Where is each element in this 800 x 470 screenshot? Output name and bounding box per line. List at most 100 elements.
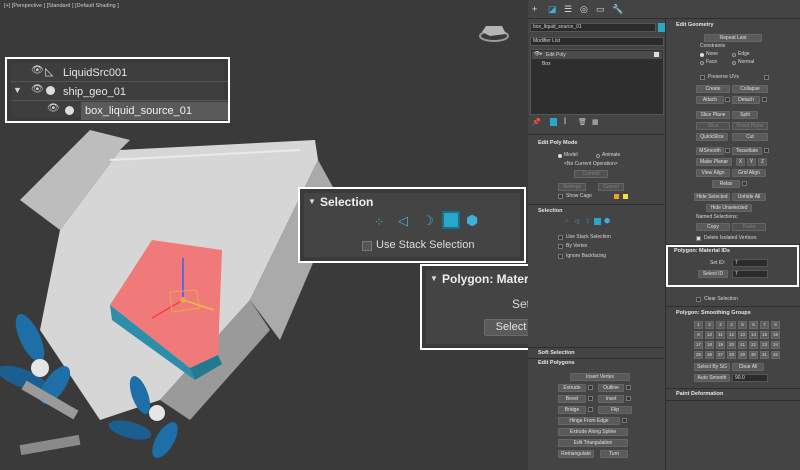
remove-modifier-icon[interactable]: 🗑 [578, 118, 587, 126]
smoothing-group-button[interactable]: 18 [705, 341, 714, 349]
set-id-spinner[interactable]: 7 [732, 259, 768, 267]
viewport-label[interactable]: [+] [Perspective ] [Standard ] [Default … [4, 3, 119, 9]
smoothing-group-button[interactable]: 30 [749, 351, 758, 359]
clear-all-button[interactable]: Clear All [732, 363, 764, 371]
element-icon[interactable]: ⬢ [466, 212, 478, 229]
border-icon[interactable]: ☽ [584, 218, 589, 225]
make-unique-icon[interactable]: ⫿ [564, 118, 566, 126]
auto-smooth-button[interactable]: Auto Smooth [694, 374, 730, 382]
settings-icon[interactable] [622, 418, 627, 423]
expand-arrow-icon[interactable]: ▼ [13, 85, 22, 95]
smoothing-group-button[interactable]: 29 [738, 351, 747, 359]
extrude-button[interactable]: Extrude [558, 384, 586, 392]
rollout-title[interactable]: Selection [320, 195, 373, 209]
turn-button[interactable]: Turn [600, 450, 628, 458]
object-color-swatch[interactable] [658, 23, 665, 32]
smoothing-group-button[interactable]: 15 [760, 331, 769, 339]
modifier-stack[interactable]: 👁 ▸ Edit Poly Box [530, 49, 664, 115]
planar-x-button[interactable]: X [736, 158, 745, 166]
grid-align-button[interactable]: Grid Align [732, 169, 766, 177]
slice-plane-button[interactable]: Slice Plane [696, 111, 730, 119]
settings-icon[interactable] [626, 385, 631, 390]
clear-selection-checkbox[interactable] [696, 297, 701, 302]
collapse-button[interactable]: Collapse [732, 85, 768, 93]
repeat-last-button[interactable]: Repeat Last [704, 34, 762, 42]
border-icon[interactable]: ☽ [422, 213, 434, 229]
modify-tab-icon[interactable]: ◪ [548, 4, 557, 15]
hide-selected-button[interactable]: Hide Selected [694, 193, 730, 201]
paste-button[interactable]: Paste [732, 223, 766, 231]
polygon-icon[interactable] [594, 218, 601, 225]
settings-icon[interactable] [762, 97, 767, 102]
show-cage-checkbox[interactable] [558, 194, 563, 199]
smoothing-group-button[interactable]: 24 [771, 341, 780, 349]
rollout-title[interactable]: Edit Polygons [538, 360, 575, 366]
modifier-list-dropdown[interactable]: Modifier List [530, 37, 664, 46]
smoothing-group-button[interactable]: 16 [771, 331, 780, 339]
list-item[interactable]: 👁 box_liquid_source_01 [11, 101, 228, 121]
auto-smooth-spinner[interactable]: 90.0 [732, 374, 768, 382]
normal-radio[interactable] [732, 61, 736, 65]
view-align-button[interactable]: View Align [696, 169, 730, 177]
edge-icon[interactable]: ◁ [574, 218, 579, 225]
polygon-icon[interactable] [442, 211, 460, 229]
smoothing-group-button[interactable]: 31 [760, 351, 769, 359]
copy-button[interactable]: Copy [696, 223, 730, 231]
smoothing-group-button[interactable]: 13 [738, 331, 747, 339]
hinge-from-edge-button[interactable]: Hinge From Edge [558, 417, 620, 425]
select-id-spinner[interactable]: 7 [732, 270, 768, 278]
hierarchy-tab-icon[interactable]: ☰ [564, 4, 572, 15]
planar-z-button[interactable]: Z [758, 158, 767, 166]
preserve-uvs-checkbox[interactable] [700, 75, 705, 80]
rollout-title[interactable]: Polygon: Material IDs [674, 248, 730, 254]
smoothing-group-button[interactable]: 26 [705, 351, 714, 359]
create-button[interactable]: Create [696, 85, 730, 93]
cage-color-swatch[interactable] [614, 194, 619, 199]
viewport[interactable]: [+] [Perspective ] [Standard ] [Default … [0, 0, 528, 470]
smoothing-group-button[interactable]: 8 [771, 321, 780, 329]
commit-button[interactable]: Commit [574, 170, 608, 178]
smoothing-group-button[interactable]: 23 [760, 341, 769, 349]
settings-icon[interactable] [725, 148, 730, 153]
smoothing-group-button[interactable]: 21 [738, 341, 747, 349]
smoothing-group-button[interactable]: 2 [705, 321, 714, 329]
slice-button[interactable]: Slice [696, 122, 730, 130]
smoothing-group-button[interactable]: 17 [694, 341, 703, 349]
pin-stack-icon[interactable]: 📌 [532, 118, 541, 126]
smoothing-group-button[interactable]: 1 [694, 321, 703, 329]
rollout-title[interactable]: Paint Deformation [676, 391, 723, 397]
hide-unselected-button[interactable]: Hide Unselected [706, 204, 752, 212]
reset-plane-button[interactable]: Reset Plane [732, 122, 768, 130]
make-planar-button[interactable]: Make Planar [696, 158, 732, 166]
select-id-button[interactable]: Select ID [698, 270, 728, 278]
rollout-title[interactable]: Polygon: Material IDs [442, 272, 528, 286]
outline-button[interactable]: Outline [598, 384, 624, 392]
smoothing-group-button[interactable]: 28 [727, 351, 736, 359]
quickslice-button[interactable]: QuickSlice [696, 133, 728, 141]
settings-icon[interactable] [588, 385, 593, 390]
smoothing-group-button[interactable]: 12 [727, 331, 736, 339]
list-item[interactable]: 👁 ◺ LiquidSrc001 [11, 63, 228, 82]
delete-isolated-checkbox[interactable] [696, 236, 701, 241]
select-id-button[interactable]: Select ID [484, 319, 528, 336]
display-tab-icon[interactable]: ▭ [596, 4, 605, 15]
msmooth-button[interactable]: MSmooth [696, 147, 724, 155]
list-item[interactable]: Box [532, 60, 662, 68]
attach-button[interactable]: Attach [696, 96, 724, 104]
settings-icon[interactable] [764, 148, 769, 153]
smoothing-group-button[interactable]: 6 [749, 321, 758, 329]
bevel-button[interactable]: Bevel [558, 395, 586, 403]
viewcube-icon[interactable] [479, 26, 509, 42]
bridge-button[interactable]: Bridge [558, 406, 586, 414]
smoothing-group-button[interactable]: 19 [716, 341, 725, 349]
configure-icon[interactable]: ▦ [592, 118, 599, 126]
ignore-backfacing-checkbox[interactable] [558, 254, 563, 259]
smoothing-group-button[interactable]: 4 [727, 321, 736, 329]
rollout-title[interactable]: Polygon: Smoothing Groups [676, 310, 751, 316]
smoothing-group-button[interactable]: 32 [771, 351, 780, 359]
settings-icon[interactable] [588, 407, 593, 412]
motion-tab-icon[interactable]: ◎ [580, 4, 588, 15]
extrude-along-spline-button[interactable]: Extrude Along Spline [558, 428, 628, 436]
show-end-result-icon[interactable] [550, 118, 557, 126]
settings-icon[interactable] [742, 181, 747, 186]
